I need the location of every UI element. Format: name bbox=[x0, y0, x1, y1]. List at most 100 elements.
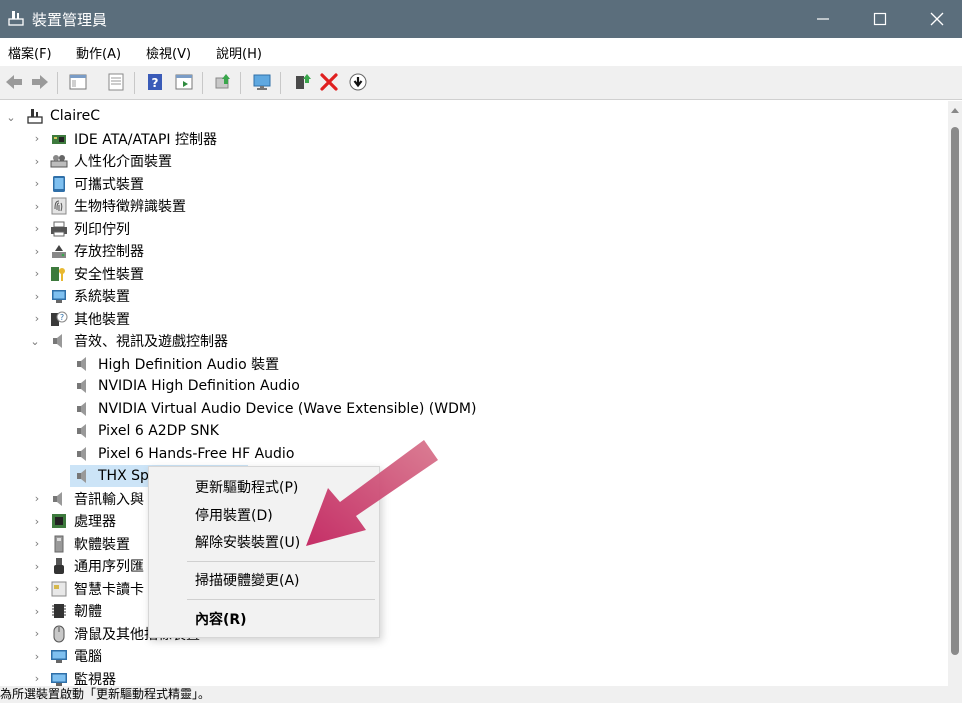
node-label: 列印佇列 bbox=[74, 222, 130, 238]
menu-bar: 檔案(F) 動作(A) 檢視(V) 說明(H) bbox=[0, 38, 962, 66]
collapse-chevron[interactable]: › bbox=[32, 673, 42, 684]
menu-action[interactable]: 動作(A) bbox=[76, 43, 121, 62]
svg-text:?: ? bbox=[60, 313, 64, 322]
collapse-chevron[interactable]: › bbox=[32, 178, 42, 189]
toolbar-separator bbox=[57, 72, 58, 94]
tree-leaf-audio-device-selected[interactable]: THX Sp bbox=[74, 465, 149, 487]
collapse-chevron[interactable]: › bbox=[32, 651, 42, 662]
status-bar: 為所選裝置啟動「更新驅動程式精靈」。 bbox=[0, 686, 962, 703]
tree-leaf-audio-device[interactable]: NVIDIA Virtual Audio Device (Wave Extens… bbox=[74, 398, 476, 420]
tree-node-ide[interactable]: IDE ATA/ATAPI 控制器 bbox=[50, 128, 217, 150]
scroll-up-icon[interactable] bbox=[951, 107, 959, 115]
collapse-chevron[interactable]: › bbox=[32, 583, 42, 594]
menu-item-uninstall-device[interactable]: 解除安裝裝置(U) bbox=[149, 530, 379, 556]
tree-node-system[interactable]: 系統裝置 bbox=[50, 285, 130, 307]
collapse-chevron[interactable]: › bbox=[32, 493, 42, 504]
collapse-chevron[interactable]: › bbox=[32, 156, 42, 167]
tree-leaf-audio-device[interactable]: Pixel 6 Hands-Free HF Audio bbox=[74, 443, 294, 465]
menu-help[interactable]: 說明(H) bbox=[216, 43, 262, 62]
tree-node-usb[interactable]: 通用序列匯 bbox=[50, 555, 144, 577]
collapse-chevron[interactable]: › bbox=[32, 516, 42, 527]
help-button[interactable]: ? bbox=[143, 70, 167, 94]
node-label: 音訊輸入與 bbox=[74, 492, 144, 508]
menu-separator bbox=[187, 561, 375, 562]
node-label: 音效、視訊及遊戲控制器 bbox=[74, 334, 228, 350]
collapse-chevron[interactable]: › bbox=[32, 538, 42, 549]
maximize-button[interactable] bbox=[857, 0, 903, 38]
menu-item-properties[interactable]: 內容(R) bbox=[149, 607, 379, 633]
device-tree[interactable]: ⌄ ClaireC › IDE ATA/ATAPI 控制器 › 人性化介面裝置 … bbox=[0, 101, 948, 686]
toolbar: ? bbox=[0, 66, 962, 100]
collapse-chevron[interactable]: › bbox=[32, 246, 42, 257]
add-device-icon bbox=[296, 74, 311, 89]
menu-item-scan-hardware[interactable]: 掃描硬體變更(A) bbox=[149, 568, 379, 594]
properties-sheet-icon bbox=[108, 73, 124, 91]
tree-leaf-audio-device[interactable]: NVIDIA High Definition Audio bbox=[74, 375, 300, 397]
action-pane-button[interactable] bbox=[172, 70, 196, 94]
back-button[interactable] bbox=[2, 70, 26, 94]
device-manager-app-icon bbox=[8, 9, 24, 27]
update-driver-toolbar-button[interactable] bbox=[211, 70, 235, 94]
scan-hardware-button[interactable] bbox=[250, 70, 274, 94]
close-button[interactable] bbox=[914, 0, 960, 38]
tree-node-audio-video[interactable]: 音效、視訊及遊戲控制器 bbox=[50, 330, 228, 352]
minimize-button[interactable] bbox=[800, 0, 846, 38]
menu-file[interactable]: 檔案(F) bbox=[8, 43, 52, 62]
menu-item-disable-device[interactable]: 停用裝置(D) bbox=[149, 503, 379, 529]
tree-node-software[interactable]: 軟體裝置 bbox=[50, 533, 130, 555]
tree-node-computer[interactable]: 電腦 bbox=[50, 645, 102, 667]
uninstall-device-button[interactable] bbox=[317, 70, 341, 94]
collapse-chevron[interactable]: › bbox=[32, 201, 42, 212]
show-hide-console-tree-button[interactable] bbox=[66, 70, 90, 94]
tree-node-monitors[interactable]: 監視器 bbox=[50, 668, 116, 686]
console-tree-icon bbox=[69, 74, 87, 90]
tree-node-portable[interactable]: 可攜式裝置 bbox=[50, 173, 144, 195]
collapse-chevron[interactable]: › bbox=[32, 133, 42, 144]
tree-node-print-queues[interactable]: 列印佇列 bbox=[50, 218, 130, 240]
tree-node-biometric[interactable]: 生物特徵辨識裝置 bbox=[50, 195, 186, 217]
printer-icon bbox=[50, 220, 68, 238]
vertical-scrollbar[interactable] bbox=[948, 101, 962, 686]
minimize-icon bbox=[817, 18, 829, 20]
tree-leaf-audio-device[interactable]: High Definition Audio 裝置 bbox=[74, 353, 279, 375]
menu-view[interactable]: 檢視(V) bbox=[146, 43, 191, 62]
node-label: IDE ATA/ATAPI 控制器 bbox=[74, 132, 218, 148]
tree-node-security[interactable]: 安全性裝置 bbox=[50, 263, 144, 285]
enable-device-button[interactable] bbox=[290, 70, 314, 94]
tree-root[interactable]: ClaireC bbox=[26, 105, 100, 127]
disable-device-button[interactable] bbox=[346, 70, 370, 94]
collapse-chevron[interactable]: › bbox=[32, 223, 42, 234]
forward-button[interactable] bbox=[28, 70, 52, 94]
tree-node-firmware[interactable]: 韌體 bbox=[50, 600, 102, 622]
expand-chevron[interactable]: ⌄ bbox=[30, 336, 40, 347]
node-label: 存放控制器 bbox=[74, 244, 144, 260]
collapse-chevron[interactable]: › bbox=[32, 268, 42, 279]
tree-node-smartcard[interactable]: 智慧卡讀卡 bbox=[50, 578, 144, 600]
security-key-icon bbox=[50, 265, 68, 283]
properties-button[interactable] bbox=[104, 70, 128, 94]
tree-node-storage[interactable]: 存放控制器 bbox=[50, 240, 144, 262]
red-x-icon bbox=[320, 73, 338, 91]
collapse-chevron[interactable]: › bbox=[32, 291, 42, 302]
node-label: 韌體 bbox=[74, 604, 102, 620]
tree-node-audio-io[interactable]: 音訊輸入與 bbox=[50, 488, 144, 510]
window-title: 裝置管理員 bbox=[32, 11, 108, 29]
collapse-chevron[interactable]: › bbox=[32, 628, 42, 639]
collapse-chevron[interactable]: › bbox=[32, 561, 42, 572]
tree-node-hid[interactable]: 人性化介面裝置 bbox=[50, 150, 172, 172]
back-arrow-icon bbox=[6, 75, 22, 89]
expand-chevron[interactable]: ⌄ bbox=[6, 112, 16, 123]
tree-node-processors[interactable]: 處理器 bbox=[50, 510, 116, 532]
action-pane-icon bbox=[175, 74, 193, 90]
tree-leaf-audio-device[interactable]: Pixel 6 A2DP SNK bbox=[74, 420, 219, 442]
collapse-chevron[interactable]: › bbox=[32, 313, 42, 324]
collapse-chevron[interactable]: › bbox=[32, 606, 42, 617]
menu-item-update-driver[interactable]: 更新驅動程式(P) bbox=[149, 475, 379, 501]
node-label: 可攜式裝置 bbox=[74, 177, 144, 193]
computer-icon bbox=[50, 647, 68, 665]
scrollbar-thumb[interactable] bbox=[951, 127, 959, 655]
speaker-icon bbox=[74, 355, 92, 373]
node-label: 處理器 bbox=[74, 514, 116, 530]
node-label: Pixel 6 A2DP SNK bbox=[98, 423, 219, 439]
tree-node-other[interactable]: ? 其他裝置 bbox=[50, 308, 130, 330]
